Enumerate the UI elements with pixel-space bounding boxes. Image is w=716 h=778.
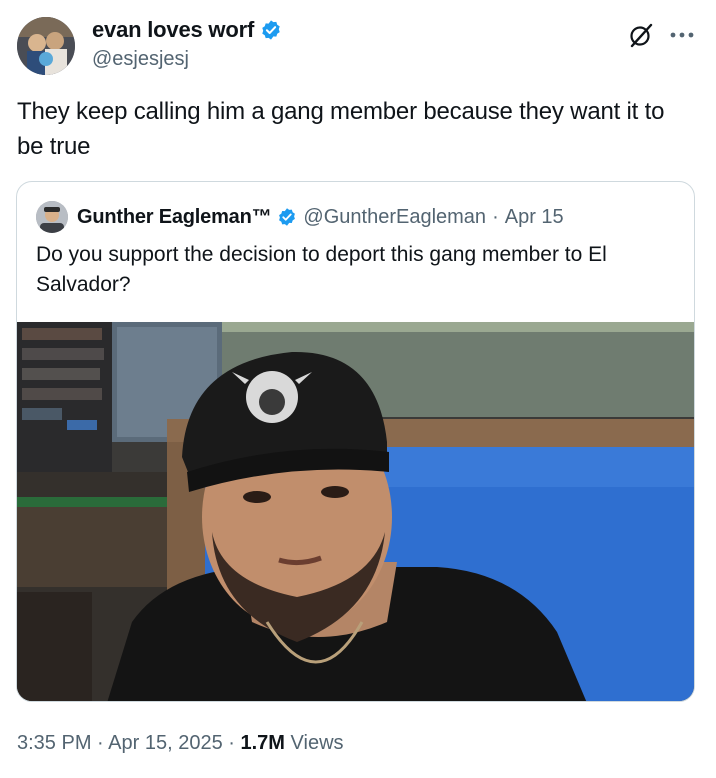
- tweet-text: They keep calling him a gang member beca…: [17, 98, 665, 160]
- quoted-date[interactable]: Apr 15: [505, 206, 564, 229]
- quoted-photo[interactable]: [17, 322, 694, 701]
- author-handle[interactable]: @esjesjesj: [92, 46, 189, 72]
- quoted-author-name[interactable]: Gunther Eagleman™: [77, 206, 272, 229]
- author-avatar[interactable]: [17, 17, 75, 75]
- verified-badge-icon: [260, 19, 282, 41]
- quoted-tweet-card[interactable]: Gunther Eagleman™ @GuntherEagleman · Apr…: [16, 181, 695, 702]
- grok-icon[interactable]: [628, 22, 654, 48]
- author-name[interactable]: evan loves worf: [92, 16, 254, 44]
- meta-separator: ·: [97, 732, 104, 754]
- views-count[interactable]: 1.7M: [241, 732, 285, 754]
- tweet: evan loves worf @esjesjesj They keep cal…: [0, 0, 716, 778]
- tweet-metadata: 3:35 PM · Apr 15, 2025 · 1.7M Views: [17, 728, 344, 758]
- quoted-text: Do you support the decision to deport th…: [36, 243, 607, 296]
- quoted-separator: ·: [492, 205, 499, 228]
- tweet-time[interactable]: 3:35 PM: [17, 732, 91, 754]
- quoted-header: Gunther Eagleman™ @GuntherEagleman · Apr…: [77, 202, 564, 232]
- quoted-author-avatar[interactable]: [36, 201, 68, 233]
- quoted-author-handle[interactable]: @GuntherEagleman: [303, 206, 486, 229]
- more-icon[interactable]: [668, 22, 696, 48]
- views-label[interactable]: Views: [291, 732, 344, 754]
- tweet-date[interactable]: Apr 15, 2025: [108, 732, 223, 754]
- verified-badge-icon: [277, 207, 297, 227]
- meta-separator: ·: [228, 732, 235, 754]
- author-name-row: evan loves worf: [92, 16, 282, 44]
